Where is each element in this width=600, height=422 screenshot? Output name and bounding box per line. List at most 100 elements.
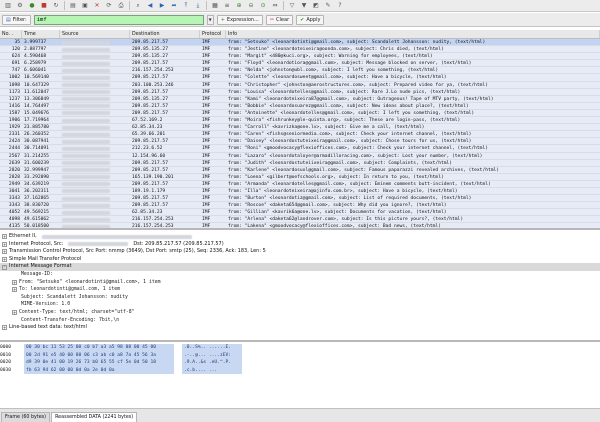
- autoscroll-button[interactable]: ≡: [222, 1, 232, 10]
- filter-history-dropdown[interactable]: ▼: [206, 14, 214, 25]
- hex-bytes[interactable]: fb 63 94 62 00 00 0d 0a 2e 0d 0a: [24, 366, 174, 374]
- display-filter-input[interactable]: [33, 14, 204, 25]
- detail-tree-item[interactable]: Subject: Scandalett Johansson: nudity: [0, 294, 600, 302]
- detail-tree-item[interactable]: + Simple Mail Transfer Protocol: [0, 256, 600, 264]
- packet-row[interactable]: 3041 36.202311 189.19.1.179 IMF from: "Illa"…: [0, 188, 600, 196]
- back-button[interactable]: ◀: [145, 1, 155, 10]
- expand-icon[interactable]: +: [2, 325, 7, 331]
- packet-row[interactable]: 35 3.999737 209.85.217.57 IMF from: "Setsuko…: [0, 39, 600, 47]
- packet-row[interactable]: 4135 50.018500 216.157.254.253 IMF from: "La…: [0, 223, 600, 228]
- packet-row[interactable]: 1237 13.306849 209.85.135.27 IMF from: "Kami…: [0, 96, 600, 103]
- packet-row[interactable]: 4098 49.615062 216.157.254.253 IMF from: "Ar…: [0, 216, 600, 224]
- expand-icon[interactable]: +: [12, 280, 17, 285]
- detail-tree-item[interactable]: Content-Transfer-Encoding: 7bit,\n: [0, 317, 600, 325]
- detail-tree-item[interactable]: + From: "Setsuko" <leonardotinti@gmail.co…: [0, 279, 600, 287]
- help-button[interactable]: ?: [335, 1, 345, 10]
- packet-row[interactable]: 747 6.606041 216.157.254.253 IMF from: "Neld…: [0, 67, 600, 75]
- first-packet-button[interactable]: ⤒: [181, 1, 191, 10]
- find-button[interactable]: ⌕: [133, 1, 143, 10]
- go-to-packet-button[interactable]: ➦: [169, 1, 179, 10]
- packet-row[interactable]: 4052 49.569215 62.85.34.23 IMF from: "Gillia…: [0, 209, 600, 217]
- column-header[interactable]: Source: [60, 30, 130, 38]
- start-capture-button[interactable]: ●: [27, 1, 37, 10]
- packet-row[interactable]: 2331 26.260352 65.39.66.201 IMF from: "Caren…: [0, 131, 600, 139]
- preferences-button[interactable]: ✎: [323, 1, 333, 10]
- packet-list[interactable]: No. . Time Source Destination Protocol Info 3…: [0, 30, 600, 230]
- detail-tree-item[interactable]: + Ethernet II,: [0, 233, 600, 241]
- hex-ascii[interactable]: .-..@... ....zEV:: [182, 351, 242, 359]
- packet-row[interactable]: 2567 31.214255 12.154.96.60 IMF from: "Lazar…: [0, 153, 600, 160]
- detail-tree-item[interactable]: - Internet Message Format: [0, 263, 600, 271]
- collapse-icon[interactable]: -: [2, 264, 7, 270]
- hex-ascii[interactable]: .9.A..&s .eU.^.P.: [182, 359, 242, 367]
- detail-tree-item[interactable]: + Line-based text data: text/html: [0, 324, 600, 332]
- column-header[interactable]: Protocol: [200, 30, 226, 38]
- coloring-rules-button[interactable]: ◩: [311, 1, 321, 10]
- last-packet-button[interactable]: ⤓: [193, 1, 203, 10]
- column-header[interactable]: Destination: [130, 30, 200, 38]
- resize-columns-button[interactable]: ⇔: [270, 1, 280, 10]
- packet-row[interactable]: 691 6.258979 209.85.217.57 IMF from: "Floyd"…: [0, 60, 600, 68]
- reload-button[interactable]: ⟳: [104, 1, 114, 10]
- packet-row[interactable]: 2424 30.087941 209.85.217.57 IMF from: "Dais…: [0, 138, 600, 146]
- zoom-out-button[interactable]: ⊖: [246, 1, 256, 10]
- filter-button[interactable]: ▤ Filter:: [2, 14, 31, 25]
- hex-ascii[interactable]: .0..S%.. ......E.: [182, 344, 242, 352]
- print-button[interactable]: ⎙: [116, 1, 126, 10]
- detail-tree-item[interactable]: + Internet Protocol, Src: Dst: 209.85.217.…: [0, 241, 600, 249]
- column-header[interactable]: Time: [22, 30, 60, 38]
- expression-button[interactable]: + Expression...: [216, 14, 263, 25]
- column-header[interactable]: No. .: [0, 30, 22, 38]
- list-interfaces-button[interactable]: ▥: [3, 1, 13, 10]
- capture-filters-button[interactable]: ▽: [287, 1, 297, 10]
- packet-row[interactable]: 1906 17.719964 67.52.169.2 IMF from: "Moira"…: [0, 117, 600, 125]
- expand-icon[interactable]: +: [12, 287, 17, 293]
- packet-row[interactable]: 1416 14.764497 209.85.217.57 IMF from: "Bobb…: [0, 103, 600, 110]
- packet-row[interactable]: 2639 31.600239 209.85.217.57 IMF from: "Judi…: [0, 160, 600, 167]
- packet-row[interactable]: 2949 34.639219 209.85.217.57 IMF from: "Arma…: [0, 181, 600, 188]
- expand-icon[interactable]: +: [2, 257, 7, 263]
- detail-tree-item[interactable]: + Transmission Control Protocol, Src Port…: [0, 248, 600, 256]
- restart-capture-button[interactable]: ↻: [51, 1, 61, 10]
- packet-details-tree[interactable]: + Ethernet II, + Internet Protocol, Src: Dst…: [0, 232, 600, 342]
- bytes-tab[interactable]: Reassembled DATA (2241 bytes): [51, 412, 138, 422]
- packet-row[interactable]: 120 2.887797 209.85.135.27 IMF from: "Jestin…: [0, 46, 600, 54]
- normal-size-button[interactable]: ⊙: [258, 1, 268, 10]
- detail-tree-item[interactable]: MIME-Version: 1.0: [0, 301, 600, 309]
- expand-icon[interactable]: +: [2, 242, 7, 247]
- packet-row[interactable]: 3343 37.162865 209.85.217.57 IMF from: "Burt…: [0, 195, 600, 203]
- expand-icon[interactable]: +: [2, 249, 7, 255]
- detail-tree-item[interactable]: + Content-Type: text/html; charset="utf-8…: [0, 309, 600, 317]
- expand-icon[interactable]: +: [2, 234, 7, 240]
- colorize-button[interactable]: ▦: [210, 1, 220, 10]
- packet-row[interactable]: 2828 33.292090 165.139.190.201 IMF from: "Lo…: [0, 174, 600, 181]
- stop-capture-button[interactable]: ■: [39, 1, 49, 10]
- packet-row[interactable]: 3343 38.830720 209.85.217.57 IMF from: "Rosc…: [0, 202, 600, 210]
- expand-icon[interactable]: +: [12, 310, 17, 316]
- packet-row[interactable]: 624 4.590468 209.85.135.27 IMF from: "Margit…: [0, 53, 600, 61]
- packet-row[interactable]: 1002 10.569140 209.85.217.57 IMF from: "Cole…: [0, 74, 600, 82]
- bytes-tab[interactable]: Frame (60 bytes): [1, 412, 51, 422]
- packet-row[interactable]: 1929 23.885780 62.85.34.23 IMF from: "Carrol…: [0, 124, 600, 132]
- hex-bytes[interactable]: d9 39 0e 41 00 19 26 73 b0 65 55 cf 5e 0…: [24, 359, 174, 367]
- detail-tree-item[interactable]: Message-ID:: [0, 271, 600, 279]
- close-file-button[interactable]: ✕: [92, 1, 102, 10]
- apply-button[interactable]: ✔ Apply: [296, 14, 325, 25]
- clear-button[interactable]: ✂ Clear: [265, 14, 294, 25]
- detail-tree-item[interactable]: + To: leonardotinti@gmail.com, 1 item: [0, 286, 600, 294]
- packet-row[interactable]: 2820 32.999947 209.85.217.57 IMF from: "Karl…: [0, 167, 600, 174]
- packet-row[interactable]: 1173 11.612047 209.85.217.57 IMF from: "Loui…: [0, 89, 600, 96]
- column-header[interactable]: Info: [226, 30, 600, 38]
- save-file-button[interactable]: ▣: [80, 1, 90, 10]
- display-filters-button[interactable]: ▼: [299, 1, 309, 10]
- hex-ascii[interactable]: .c.b.... ...: [182, 366, 242, 374]
- packet-row[interactable]: 1587 15.049676 209.85.217.57 IMF from: "Anto…: [0, 110, 600, 118]
- zoom-in-button[interactable]: ⊕: [234, 1, 244, 10]
- packet-row[interactable]: 2444 30.714091 212.23.6.52 IMF from: "Roni" …: [0, 145, 600, 153]
- options-button[interactable]: ⚙: [15, 1, 25, 10]
- open-file-button[interactable]: ▤: [68, 1, 78, 10]
- forward-button[interactable]: ▶: [157, 1, 167, 10]
- hex-bytes[interactable]: 00 30 bc 11 53 25 00 c0 b7 a3 a5 98 08 0…: [24, 344, 174, 352]
- hex-bytes[interactable]: 00 2d 91 e5 40 00 80 06 c3 ab c0 a8 7a 4…: [24, 351, 174, 359]
- packet-row[interactable]: 1098 10.647329 203.100.253.246 IMF from: "Ch…: [0, 82, 600, 89]
